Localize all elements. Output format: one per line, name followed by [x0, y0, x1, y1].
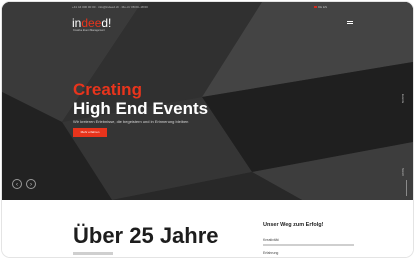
logo-accent: dee: [81, 16, 102, 30]
progress-label: Erfahrung: [263, 251, 279, 255]
logo-part: in: [72, 16, 82, 30]
logo-tagline: Creative Event Management: [73, 29, 105, 32]
progress-label: Kreativität: [263, 238, 279, 242]
chevron-right-icon[interactable]: ›: [26, 179, 36, 189]
about-title: Über 25 Jahre: [73, 223, 219, 248]
side-label: Events: [401, 94, 405, 104]
hero-headline: High End Events: [73, 99, 209, 118]
logo-part: d!: [101, 16, 112, 30]
language-switcher[interactable]: DE EN: [314, 5, 327, 9]
about-subtitle-placeholder: [73, 252, 113, 255]
hero-subline: Wir kreieren Erlebnisse, die begeistern …: [73, 119, 189, 124]
contact-info: +41 44 000 00 00 · info@indeed.ch · Mo–F…: [72, 5, 148, 9]
scroll-label: Scroll: [401, 168, 405, 176]
progress-fill: [263, 244, 354, 246]
language-label: DE EN: [318, 5, 328, 9]
flag-icon: [314, 6, 317, 8]
hamburger-icon[interactable]: [347, 21, 353, 25]
top-bar: +41 44 000 00 00 · info@indeed.ch · Mo–F…: [2, 2, 413, 12]
about-section: Über 25 Jahre Unser Weg zum Erfolg! Krea…: [2, 200, 413, 257]
hero-headline-accent: Creating: [73, 80, 142, 99]
chevron-left-icon[interactable]: ‹: [12, 179, 22, 189]
logo[interactable]: indeed!: [72, 16, 111, 30]
path-title: Unser Weg zum Erfolg!: [263, 222, 324, 228]
scroll-indicator: [406, 180, 407, 196]
page-frame: +41 44 000 00 00 · info@indeed.ch · Mo–F…: [2, 2, 413, 257]
cta-button[interactable]: Mehr erfahren: [73, 128, 107, 137]
progress-bar: [263, 244, 354, 246]
hero-section: +41 44 000 00 00 · info@indeed.ch · Mo–F…: [2, 2, 413, 200]
